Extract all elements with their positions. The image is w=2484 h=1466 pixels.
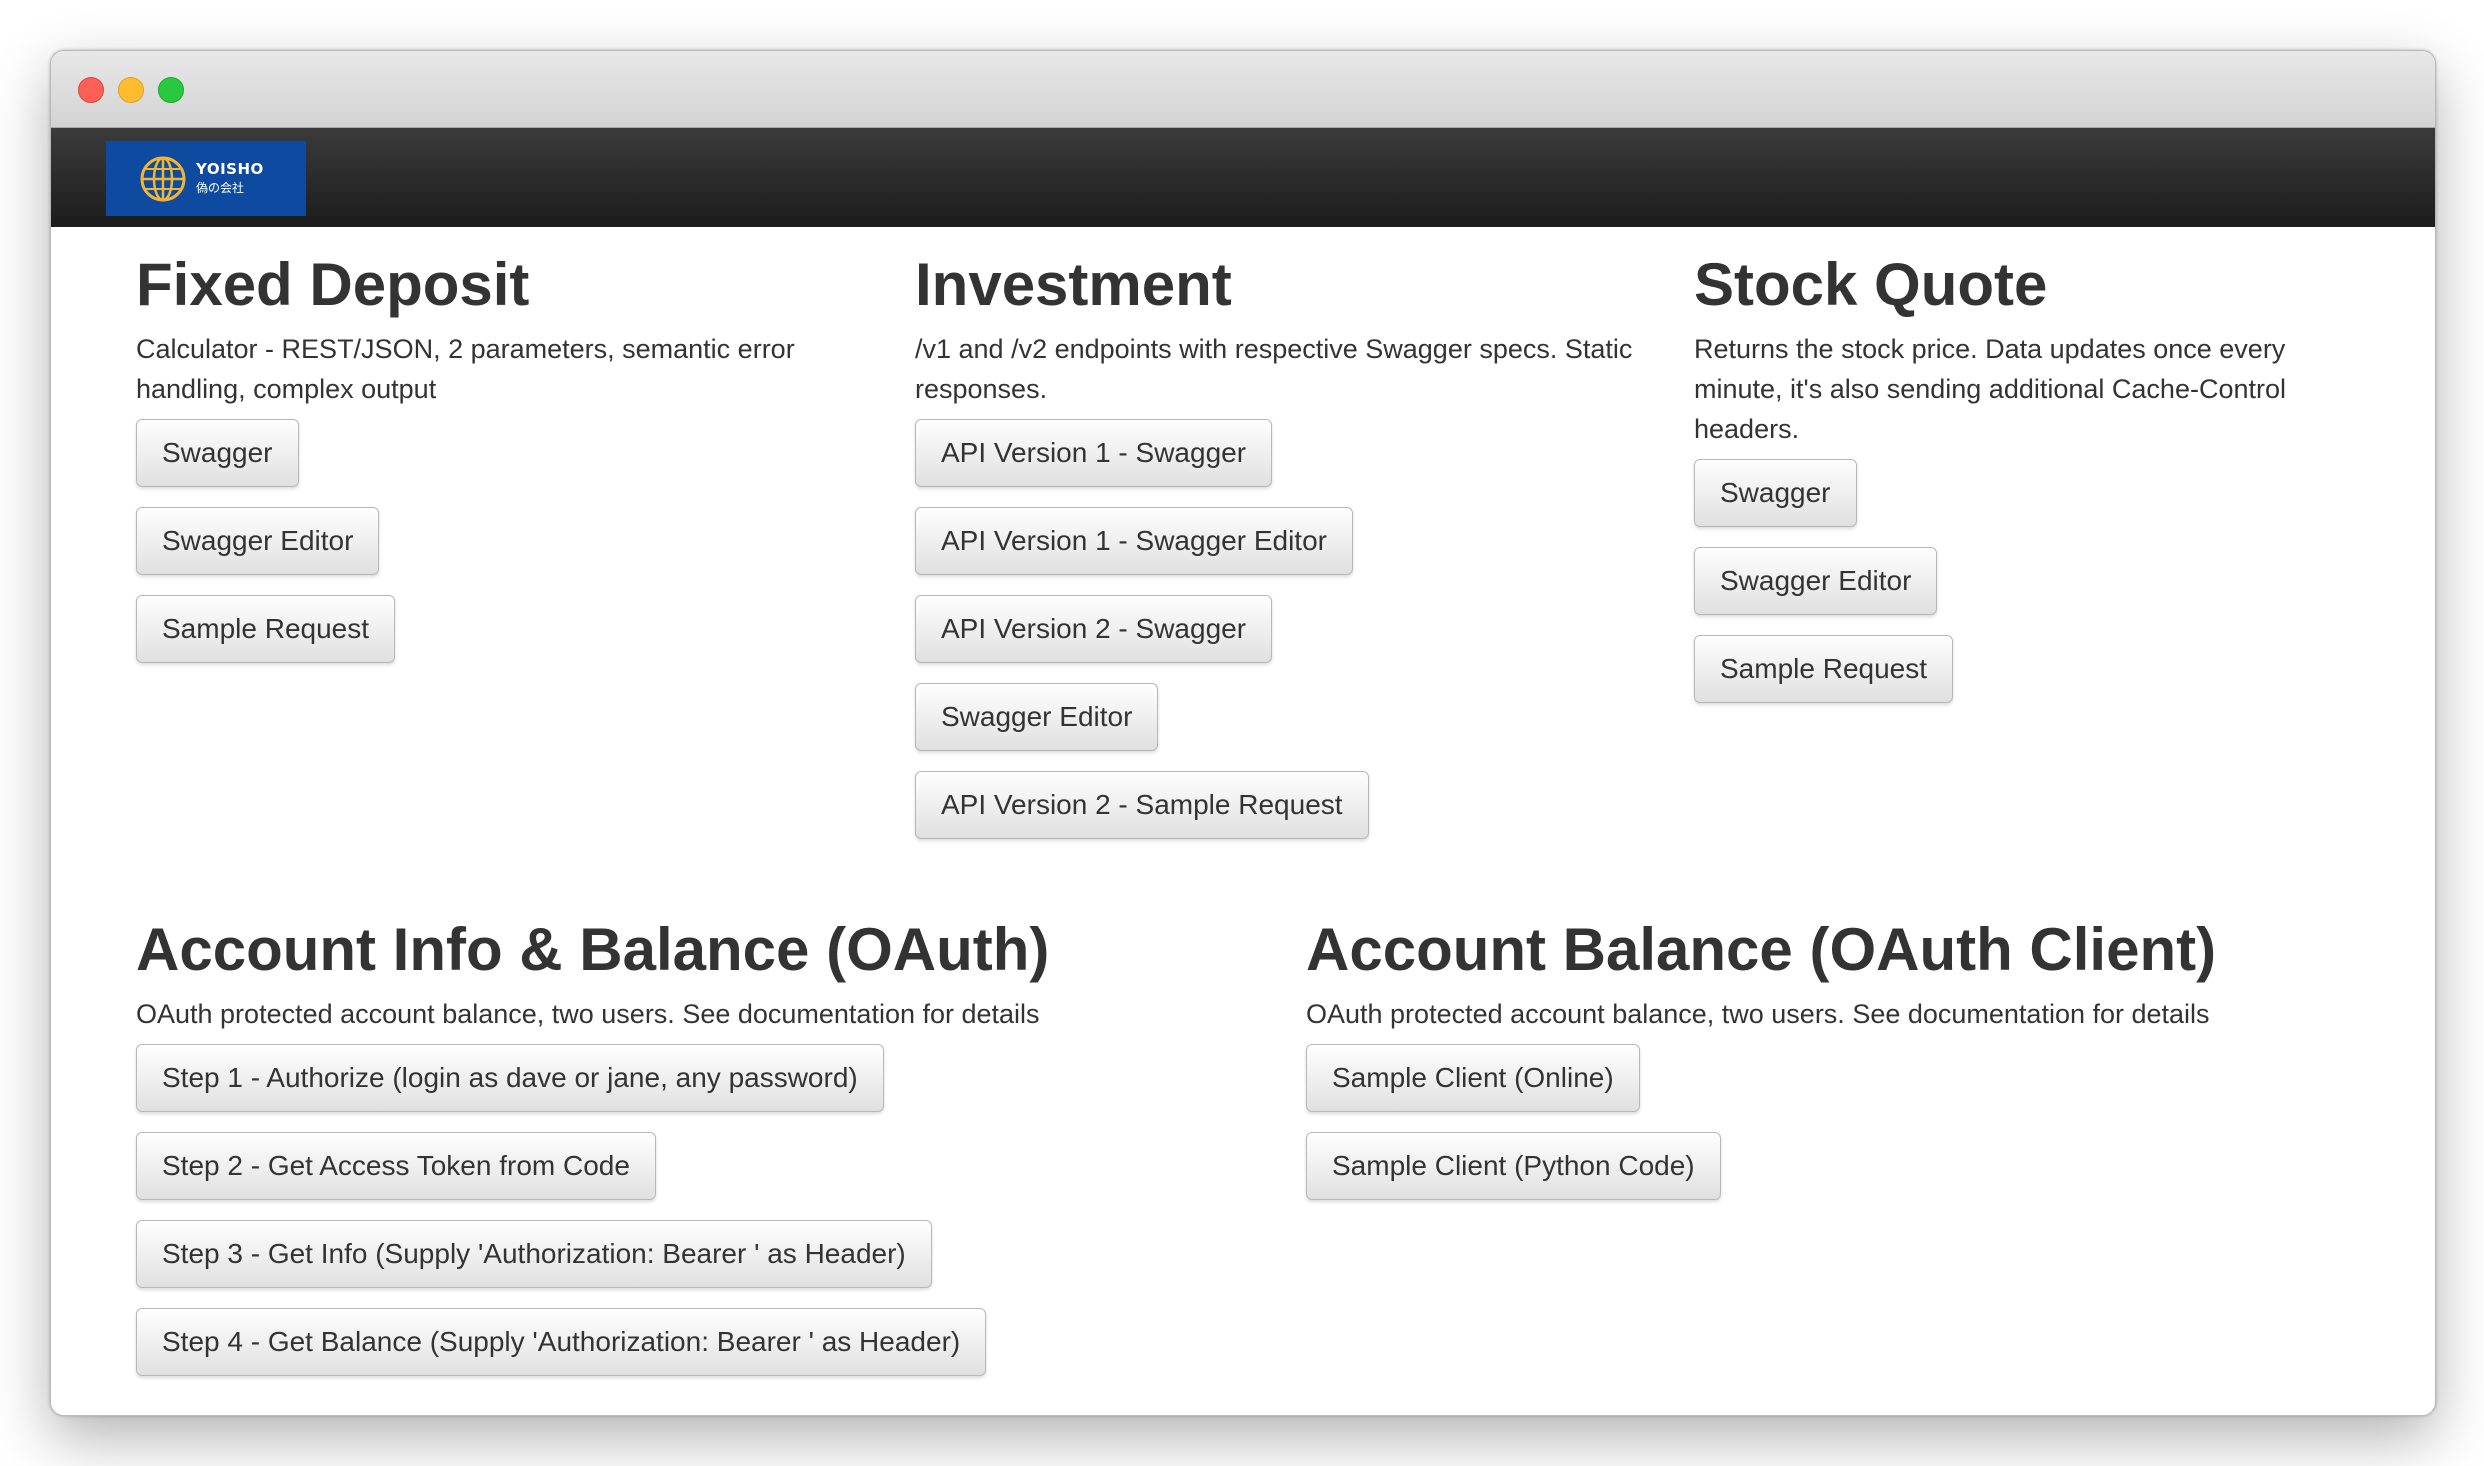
fixed-deposit-title: Fixed Deposit [136, 251, 530, 318]
stock-quote-title: Stock Quote [1694, 251, 2048, 318]
oauth-step1-authorize-button[interactable]: Step 1 - Authorize (login as dave or jan… [136, 1044, 884, 1112]
brand-text: YOISHO 偽の会社 [196, 160, 264, 198]
stock-quote-description: Returns the stock price. Data updates on… [1694, 334, 2286, 444]
fixed-deposit-sample-request-button[interactable]: Sample Request [136, 595, 396, 663]
account-balance-section: Account Balance (OAuth Client) OAuth pro… [1306, 914, 2406, 1200]
top-navbar: YOISHO 偽の会社 [51, 128, 2435, 227]
account-balance-description: OAuth protected account balance, two use… [1306, 999, 2210, 1029]
brand-subtitle: 偽の会社 [196, 180, 245, 195]
account-info-section: Account Info & Balance (OAuth) OAuth pro… [136, 914, 1286, 1376]
fixed-deposit-swagger-button[interactable]: Swagger [136, 419, 299, 487]
stock-quote-section: Stock Quote Returns the stock price. Dat… [1694, 249, 2374, 703]
investment-swagger-editor-button[interactable]: Swagger Editor [915, 683, 1159, 751]
investment-section: Investment /v1 and /v2 endpoints with re… [915, 249, 1635, 839]
oauth-step3-info-button[interactable]: Step 3 - Get Info (Supply 'Authorization… [136, 1220, 932, 1288]
investment-description: /v1 and /v2 endpoints with respective Sw… [915, 334, 1633, 404]
fixed-deposit-swagger-editor-button[interactable]: Swagger Editor [136, 507, 380, 575]
account-info-description: OAuth protected account balance, two use… [136, 999, 1040, 1029]
account-balance-title: Account Balance (OAuth Client) [1306, 916, 2217, 983]
investment-title: Investment [915, 251, 1232, 318]
browser-window: YOISHO 偽の会社 Fixed Deposit Calculator - R… [50, 50, 2436, 1416]
oauth-step4-balance-button[interactable]: Step 4 - Get Balance (Supply 'Authorizat… [136, 1308, 987, 1376]
zoom-window-button[interactable] [158, 77, 184, 103]
stock-quote-swagger-editor-button[interactable]: Swagger Editor [1694, 547, 1938, 615]
brand-logo[interactable]: YOISHO 偽の会社 [106, 141, 306, 216]
investment-v1-swagger-editor-button[interactable]: API Version 1 - Swagger Editor [915, 507, 1353, 575]
sample-client-python-button[interactable]: Sample Client (Python Code) [1306, 1132, 1721, 1200]
sample-client-online-button[interactable]: Sample Client (Online) [1306, 1044, 1640, 1112]
account-info-title: Account Info & Balance (OAuth) [136, 916, 1050, 983]
investment-v2-sample-request-button[interactable]: API Version 2 - Sample Request [915, 771, 1369, 839]
page-content: Fixed Deposit Calculator - REST/JSON, 2 … [51, 227, 2435, 1415]
stock-quote-sample-request-button[interactable]: Sample Request [1694, 635, 1954, 703]
investment-v1-swagger-button[interactable]: API Version 1 - Swagger [915, 419, 1273, 487]
minimize-window-button[interactable] [118, 77, 144, 103]
window-titlebar [51, 51, 2435, 128]
globe-icon [140, 156, 186, 201]
fixed-deposit-description: Calculator - REST/JSON, 2 parameters, se… [136, 334, 795, 404]
oauth-step2-token-button[interactable]: Step 2 - Get Access Token from Code [136, 1132, 656, 1200]
brand-name: YOISHO [196, 159, 264, 178]
stock-quote-swagger-button[interactable]: Swagger [1694, 459, 1857, 527]
close-window-button[interactable] [78, 77, 104, 103]
investment-v2-swagger-button[interactable]: API Version 2 - Swagger [915, 595, 1273, 663]
fixed-deposit-section: Fixed Deposit Calculator - REST/JSON, 2 … [136, 249, 836, 663]
